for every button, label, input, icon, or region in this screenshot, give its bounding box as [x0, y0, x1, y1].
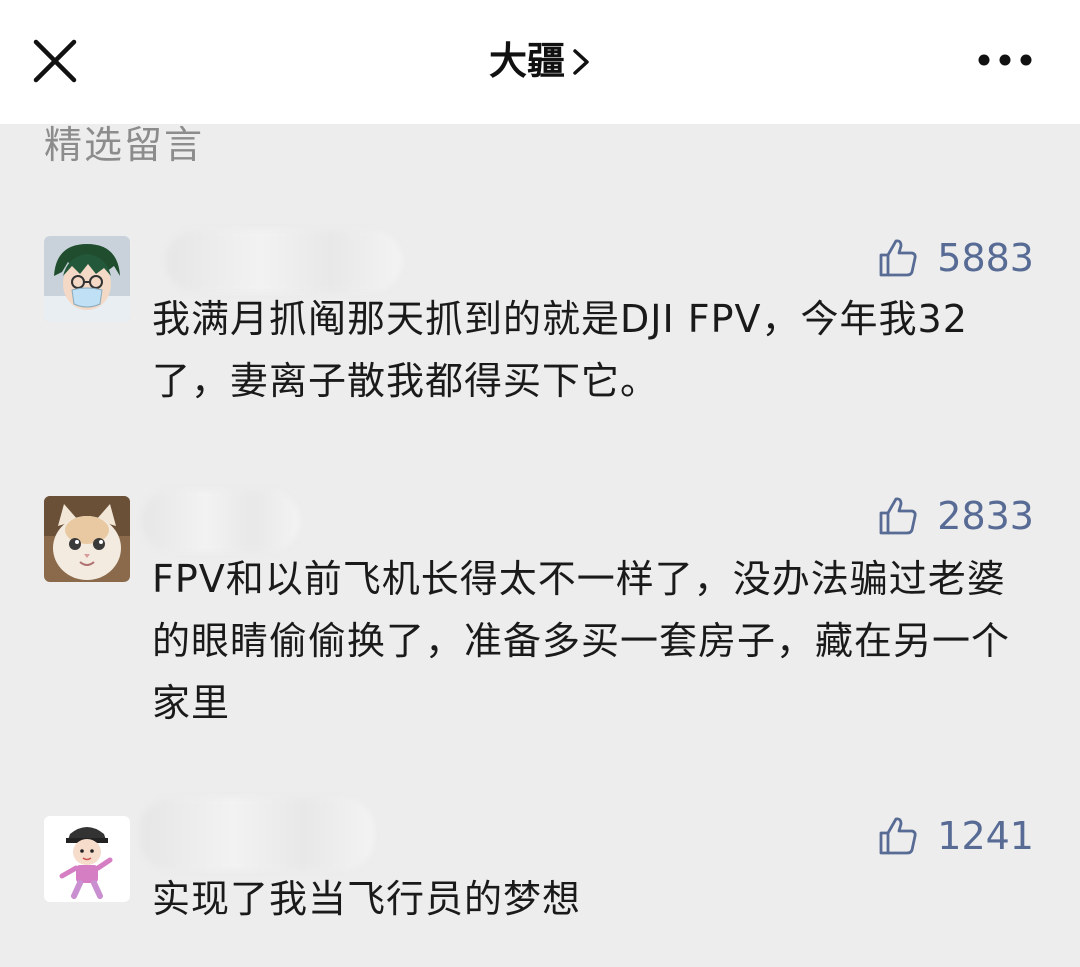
featured-comments-heading: 精选留言: [44, 123, 205, 167]
comment-text: 我满月抓阄那天抓到的就是DJI FPV，今年我32了，妻离子散我都得买下它。: [152, 297, 968, 403]
cat-avatar-image: [44, 496, 130, 582]
cartoon-avatar-image: [44, 816, 130, 902]
thumbs-up-icon: [879, 239, 917, 277]
account-title[interactable]: 大疆: [0, 34, 1080, 91]
like-count: 2833: [937, 494, 1034, 538]
account-name[interactable]: 大疆: [489, 39, 565, 83]
like-count: 5883: [937, 236, 1034, 280]
like-button[interactable]: 5883: [877, 232, 1034, 284]
more-button[interactable]: [972, 40, 1038, 80]
thumbs-up-icon: [879, 817, 917, 855]
avatar[interactable]: [44, 496, 130, 582]
blurred-username: [140, 798, 374, 870]
thumbs-up-icon: [879, 497, 917, 535]
more-dots-icon: [978, 54, 1032, 66]
like-button[interactable]: 1241: [877, 810, 1034, 862]
comment-text: 实现了我当飞行员的梦想: [152, 877, 582, 921]
blurred-username: [142, 490, 300, 552]
avatar[interactable]: [44, 816, 130, 902]
comment-text: FPV和以前飞机长得太不一样了，没办法骗过老婆的眼睛偷偷换了，准备多买一套房子，…: [152, 557, 1011, 725]
top-bar: 大疆: [0, 0, 1080, 124]
like-count: 1241: [937, 814, 1034, 858]
avatar[interactable]: [44, 236, 130, 322]
anime-avatar-image: [44, 236, 130, 322]
blurred-username: [166, 230, 402, 292]
chevron-right-icon: [571, 37, 591, 91]
like-button[interactable]: 2833: [877, 490, 1034, 542]
